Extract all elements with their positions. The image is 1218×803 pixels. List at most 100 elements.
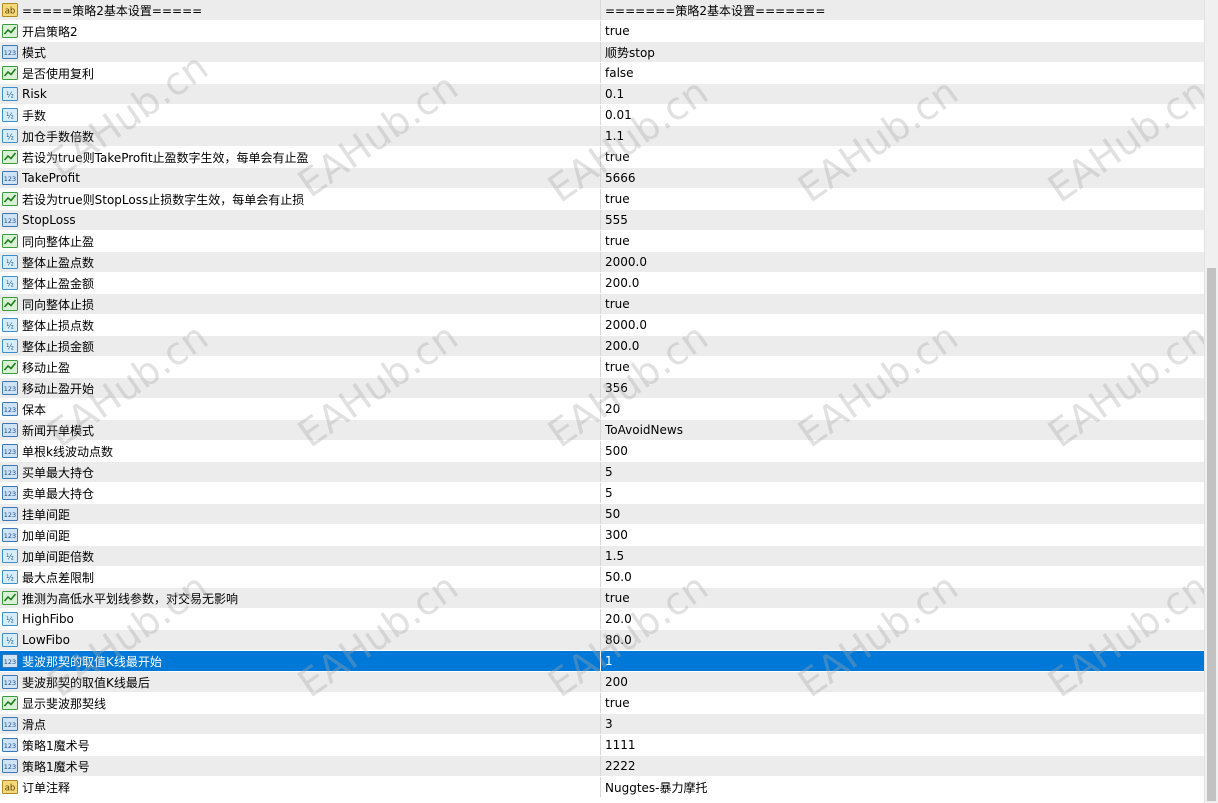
parameter-value[interactable]: 50.0 xyxy=(601,567,1204,587)
parameter-row[interactable]: 同向整体止损 true xyxy=(0,294,1204,315)
parameter-value[interactable]: 300 xyxy=(601,525,1204,545)
parameter-row[interactable]: 123 买单最大持仓 5 xyxy=(0,462,1204,483)
parameter-value[interactable]: true xyxy=(601,357,1204,377)
parameter-value[interactable]: true xyxy=(601,231,1204,251)
parameter-row[interactable]: 是否使用复利 false xyxy=(0,63,1204,84)
parameter-row[interactable]: 123 TakeProfit 5666 xyxy=(0,168,1204,189)
parameter-value[interactable]: 20.0 xyxy=(601,609,1204,629)
parameter-row[interactable]: 123 移动止盈开始 356 xyxy=(0,378,1204,399)
parameter-row[interactable]: ½ LowFibo 80.0 xyxy=(0,630,1204,651)
parameter-name-cell[interactable]: ½ 整体止盈点数 xyxy=(0,252,601,272)
parameter-row[interactable]: ½ 整体止盈点数 2000.0 xyxy=(0,252,1204,273)
parameter-row[interactable]: 123 挂单间距 50 xyxy=(0,504,1204,525)
parameter-row[interactable]: 显示斐波那契线 true xyxy=(0,693,1204,714)
parameter-value[interactable]: true xyxy=(601,189,1204,209)
parameter-value[interactable]: 3 xyxy=(601,714,1204,734)
parameter-name-cell[interactable]: 是否使用复利 xyxy=(0,63,601,83)
parameter-value[interactable]: 2000.0 xyxy=(601,252,1204,272)
parameter-name-cell[interactable]: ½ 整体止损金额 xyxy=(0,336,601,356)
parameter-row[interactable]: 123 StopLoss 555 xyxy=(0,210,1204,231)
vertical-scrollbar[interactable] xyxy=(1204,0,1218,803)
parameter-value[interactable]: 5 xyxy=(601,462,1204,482)
parameter-name-cell[interactable]: ½ 整体止损点数 xyxy=(0,315,601,335)
parameter-row[interactable]: 123 模式 顺势stop xyxy=(0,42,1204,63)
parameter-value[interactable]: 356 xyxy=(601,378,1204,398)
parameter-value[interactable]: 1 xyxy=(601,651,1204,671)
parameter-value[interactable]: =======策略2基本设置======= xyxy=(601,0,1204,20)
parameter-row[interactable]: ½ 加单间距倍数 1.5 xyxy=(0,546,1204,567)
parameter-name-cell[interactable]: 123 StopLoss xyxy=(0,210,601,230)
parameter-row[interactable]: ab =====策略2基本设置===== =======策略2基本设置======= xyxy=(0,0,1204,21)
parameter-name-cell[interactable]: 开启策略2 xyxy=(0,21,601,41)
parameter-name-cell[interactable]: ab =====策略2基本设置===== xyxy=(0,0,601,20)
parameter-value[interactable]: 1111 xyxy=(601,735,1204,755)
parameter-value[interactable]: 顺势stop xyxy=(601,42,1204,62)
parameter-name-cell[interactable]: 123 买单最大持仓 xyxy=(0,462,601,482)
parameter-name-cell[interactable]: ½ 整体止盈金额 xyxy=(0,273,601,293)
parameter-name-cell[interactable]: ½ 最大点差限制 xyxy=(0,567,601,587)
parameter-row[interactable]: 推测为高低水平划线参数，对交易无影响 true xyxy=(0,588,1204,609)
parameter-row[interactable]: 123 斐波那契的取值K线最开始 1 xyxy=(0,651,1204,672)
parameter-value[interactable]: 500 xyxy=(601,441,1204,461)
parameter-value[interactable]: 2000.0 xyxy=(601,315,1204,335)
parameter-value[interactable]: true xyxy=(601,294,1204,314)
parameter-value[interactable]: 0.01 xyxy=(601,105,1204,125)
parameter-row[interactable]: ½ Risk 0.1 xyxy=(0,84,1204,105)
parameter-name-cell[interactable]: ½ Risk xyxy=(0,84,601,104)
parameter-name-cell[interactable]: 123 保本 xyxy=(0,399,601,419)
parameter-name-cell[interactable]: 123 单根k线波动点数 xyxy=(0,441,601,461)
parameter-row[interactable]: 123 新闻开单模式 ToAvoidNews xyxy=(0,420,1204,441)
parameter-row[interactable]: 若设为true则StopLoss止损数字生效，每单会有止损 true xyxy=(0,189,1204,210)
parameter-row[interactable]: ½ 最大点差限制 50.0 xyxy=(0,567,1204,588)
parameter-row[interactable]: 123 滑点 3 xyxy=(0,714,1204,735)
parameter-row[interactable]: 123 斐波那契的取值K线最后 200 xyxy=(0,672,1204,693)
parameter-name-cell[interactable]: 若设为true则TakeProfit止盈数字生效，每单会有止盈 xyxy=(0,147,601,167)
parameter-name-cell[interactable]: 123 新闻开单模式 xyxy=(0,420,601,440)
parameter-value[interactable]: Nuggtes-暴力摩托 xyxy=(601,777,1204,797)
parameter-row[interactable]: 开启策略2 true xyxy=(0,21,1204,42)
parameter-name-cell[interactable]: ab 订单注释 xyxy=(0,777,601,797)
parameter-value[interactable]: true xyxy=(601,693,1204,713)
parameter-row[interactable]: ½ 整体止盈金额 200.0 xyxy=(0,273,1204,294)
parameter-value[interactable]: 80.0 xyxy=(601,630,1204,650)
scrollbar-thumb[interactable] xyxy=(1207,268,1216,801)
parameter-name-cell[interactable]: 123 斐波那契的取值K线最后 xyxy=(0,672,601,692)
parameter-name-cell[interactable]: 移动止盈 xyxy=(0,357,601,377)
parameter-value[interactable]: 50 xyxy=(601,504,1204,524)
parameter-name-cell[interactable]: 123 加单间距 xyxy=(0,525,601,545)
parameter-row[interactable]: ½ 手数 0.01 xyxy=(0,105,1204,126)
parameter-row[interactable]: 123 保本 20 xyxy=(0,399,1204,420)
parameter-value[interactable]: 20 xyxy=(601,399,1204,419)
parameter-row[interactable]: 若设为true则TakeProfit止盈数字生效，每单会有止盈 true xyxy=(0,147,1204,168)
parameter-value[interactable]: true xyxy=(601,588,1204,608)
parameter-row[interactable]: ½ 整体止损金额 200.0 xyxy=(0,336,1204,357)
parameter-value[interactable]: 1.5 xyxy=(601,546,1204,566)
parameter-row[interactable]: 123 单根k线波动点数 500 xyxy=(0,441,1204,462)
parameter-name-cell[interactable]: 显示斐波那契线 xyxy=(0,693,601,713)
parameter-name-cell[interactable]: ½ 加仓手数倍数 xyxy=(0,126,601,146)
parameter-name-cell[interactable]: ½ LowFibo xyxy=(0,630,601,650)
parameter-value[interactable]: 5666 xyxy=(601,168,1204,188)
parameter-row[interactable]: 移动止盈 true xyxy=(0,357,1204,378)
parameter-row[interactable]: ½ 整体止损点数 2000.0 xyxy=(0,315,1204,336)
parameter-value[interactable]: 200.0 xyxy=(601,273,1204,293)
parameter-name-cell[interactable]: 123 滑点 xyxy=(0,714,601,734)
parameter-value[interactable]: true xyxy=(601,21,1204,41)
parameter-row[interactable]: 同向整体止盈 true xyxy=(0,231,1204,252)
parameter-name-cell[interactable]: 123 卖单最大持仓 xyxy=(0,483,601,503)
parameter-row[interactable]: ab 订单注释 Nuggtes-暴力摩托 xyxy=(0,777,1204,798)
parameter-name-cell[interactable]: 同向整体止损 xyxy=(0,294,601,314)
parameter-name-cell[interactable]: ½ HighFibo xyxy=(0,609,601,629)
parameter-value[interactable]: true xyxy=(601,147,1204,167)
parameter-name-cell[interactable]: 123 TakeProfit xyxy=(0,168,601,188)
parameter-name-cell[interactable]: 123 模式 xyxy=(0,42,601,62)
parameter-name-cell[interactable]: 若设为true则StopLoss止损数字生效，每单会有止损 xyxy=(0,189,601,209)
parameter-name-cell[interactable]: ½ 加单间距倍数 xyxy=(0,546,601,566)
parameter-name-cell[interactable]: 推测为高低水平划线参数，对交易无影响 xyxy=(0,588,601,608)
parameter-name-cell[interactable]: 123 策略1魔术号 xyxy=(0,756,601,776)
parameter-value[interactable]: 2222 xyxy=(601,756,1204,776)
parameter-value[interactable]: 555 xyxy=(601,210,1204,230)
parameter-name-cell[interactable]: 同向整体止盈 xyxy=(0,231,601,251)
parameter-row[interactable]: 123 策略1魔术号 1111 xyxy=(0,735,1204,756)
parameter-value[interactable]: false xyxy=(601,63,1204,83)
